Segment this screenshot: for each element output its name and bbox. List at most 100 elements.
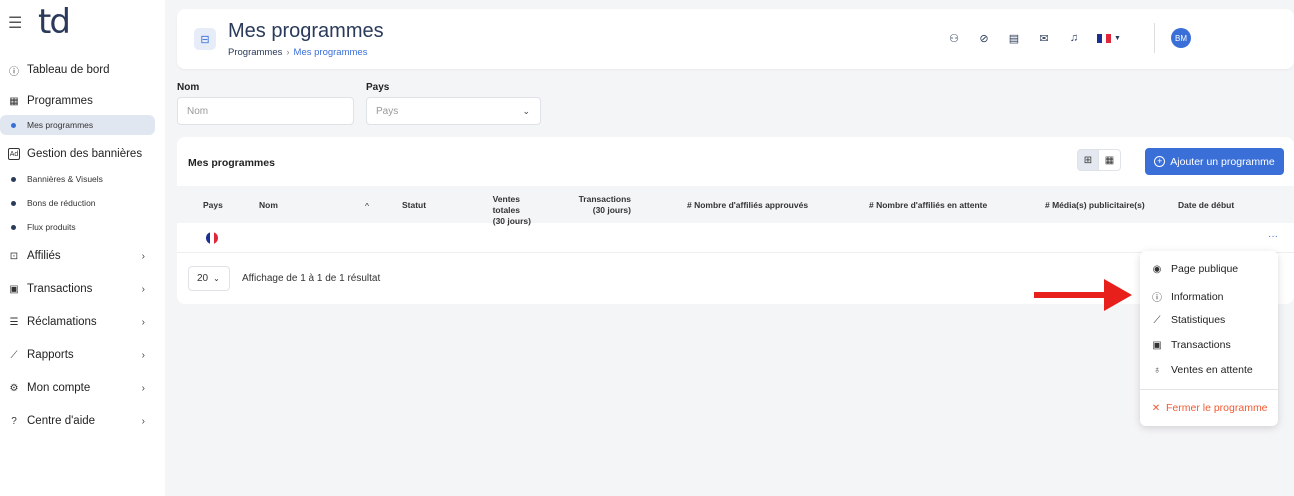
col-status[interactable]: Statut: [402, 200, 426, 211]
menu-item-label: Fermer le programme: [1166, 402, 1268, 414]
menu-item-label: Ventes en attente: [1171, 364, 1253, 376]
sidebar-item-label: Bannières & Visuels: [27, 174, 103, 184]
close-icon: ✕: [1151, 402, 1161, 414]
sidebar-item-banners[interactable]: Ad Gestion des bannières: [0, 143, 165, 165]
divider: [1154, 23, 1155, 53]
caret-down-icon[interactable]: ▼: [1114, 35, 1121, 42]
sidebar-item-feeds[interactable]: Flux produits: [0, 217, 165, 237]
sidebar-item-account[interactable]: ⚙ Mon compte ›: [0, 377, 165, 399]
sidebar-item-label: Tableau de bord: [27, 64, 110, 76]
chevron-right-icon: ›: [141, 283, 145, 295]
plus-circle-icon: +: [1154, 156, 1166, 167]
menu-divider: [1140, 389, 1278, 390]
chevron-right-icon: ›: [141, 415, 145, 427]
menu-item-pending-sales[interactable]: ♁ Ventes en attente: [1151, 364, 1253, 376]
row-actions-menu: ◉ Page publique ⓘ Information ⟋ Statisti…: [1140, 251, 1278, 426]
page-size-select[interactable]: 20 ⌄: [188, 266, 230, 291]
users-search-icon[interactable]: ⚇: [947, 31, 961, 45]
bullet-icon: [11, 200, 16, 206]
sidebar-item-label: Affiliés: [27, 250, 61, 262]
chart-line-icon: ⟋: [1153, 314, 1161, 326]
table-view-icon[interactable]: ⊞: [1077, 149, 1099, 171]
breadcrumb: Programmes › Mes programmes: [228, 47, 367, 58]
menu-item-public-page[interactable]: ◉ Page publique: [1151, 263, 1239, 275]
menu-item-label: Statistiques: [1171, 314, 1226, 326]
bell-icon[interactable]: ♫: [1067, 31, 1081, 45]
message-icon[interactable]: ▤: [1007, 31, 1021, 45]
banknote-icon: ▣: [1152, 339, 1162, 351]
mail-icon[interactable]: ✉: [1037, 31, 1051, 45]
sidebar-item-dashboard[interactable]: ⓘ Tableau de bord: [0, 58, 165, 82]
col-country[interactable]: Pays: [203, 200, 223, 211]
breadcrumb-root[interactable]: Programmes: [228, 47, 282, 58]
table-footer: 20 ⌄ Affichage de 1 à 1 de 1 résultat: [188, 266, 380, 291]
money-bag-icon: ♁: [1153, 364, 1161, 376]
sidebar-item-label: Mon compte: [27, 382, 91, 394]
logo: td: [38, 2, 71, 42]
sidebar-item-label: Réclamations: [27, 316, 97, 328]
col-transactions[interactable]: Transactions (30 jours): [567, 194, 631, 216]
table-row[interactable]: ···: [177, 223, 1294, 253]
sidebar-item-affiliates[interactable]: ⊡ Affiliés ›: [0, 245, 165, 267]
list-icon: ☰: [9, 316, 19, 328]
menu-item-label: Page publique: [1171, 263, 1239, 275]
add-program-button[interactable]: + Ajouter un programme: [1145, 148, 1284, 175]
sort-up-icon[interactable]: ^: [365, 201, 369, 212]
red-arrow-icon: [1034, 279, 1132, 311]
sidebar-item-coupons[interactable]: Bons de réduction: [0, 193, 165, 213]
header-icons: ⚇ ⊘ ▤ ✉ ♫ ▼: [947, 31, 1121, 45]
breadcrumb-current[interactable]: Mes programmes: [294, 47, 368, 58]
sidebar-item-claims[interactable]: ☰ Réclamations ›: [0, 311, 165, 333]
col-tx-line1: Transactions: [578, 194, 631, 204]
sidebar-item-reports[interactable]: ⟋ Rapports ›: [0, 344, 165, 366]
col-media[interactable]: # Média(s) publicitaire(s): [1045, 200, 1145, 211]
help-circle-icon: ?: [11, 415, 17, 427]
sidebar-item-transactions[interactable]: ▣ Transactions ›: [0, 278, 165, 300]
french-flag-icon: [206, 232, 218, 244]
more-actions-icon[interactable]: ···: [1268, 231, 1278, 242]
avatar[interactable]: BM: [1171, 28, 1191, 48]
page-title: Mes programmes: [228, 20, 384, 42]
chevron-right-icon: ›: [141, 382, 145, 394]
bullet-icon: [11, 224, 16, 230]
view-toggle: ⊞ ▦: [1077, 149, 1121, 171]
hamburger-menu-icon[interactable]: ☰: [8, 13, 22, 33]
briefcase-icon: ⊟: [194, 28, 216, 50]
sidebar-item-banners-visuals[interactable]: Bannières & Visuels: [0, 169, 165, 189]
eye-icon: ◉: [1152, 263, 1162, 275]
col-pending[interactable]: # Nombre d'affiliés en attente: [869, 200, 987, 211]
french-flag-icon[interactable]: [1097, 33, 1112, 43]
sidebar-item-programs[interactable]: ▦ Programmes: [0, 90, 165, 112]
chevron-down-icon: ⌄: [213, 274, 220, 283]
sidebar-item-my-programs[interactable]: Mes programmes: [0, 115, 155, 135]
country-filter-placeholder: Pays: [376, 105, 399, 117]
page-header: ⊟ Mes programmes Programmes › Mes programm…: [177, 9, 1294, 69]
sidebar-nav: ⓘ Tableau de bord ▦ Programmes Mes progr…: [0, 58, 165, 432]
chevron-down-icon: ⌄: [522, 105, 530, 116]
sidebar-item-label: Programmes: [27, 95, 93, 107]
grid-icon: ▦: [9, 95, 19, 107]
sidebar-item-label: Mes programmes: [27, 120, 94, 130]
id-card-icon: ⊡: [9, 250, 19, 262]
ad-off-icon[interactable]: ⊘: [977, 31, 991, 45]
col-approved[interactable]: # Nombre d'affiliés approuvés: [687, 200, 808, 211]
card-title: Mes programmes: [188, 157, 275, 169]
sidebar-item-label: Flux produits: [27, 222, 76, 232]
menu-item-transactions[interactable]: ▣ Transactions: [1151, 339, 1230, 351]
menu-item-close-program[interactable]: ✕ Fermer le programme: [1151, 402, 1268, 414]
menu-item-statistics[interactable]: ⟋ Statistiques: [1151, 314, 1226, 326]
sidebar-item-help[interactable]: ? Centre d'aide ›: [0, 410, 165, 432]
grid-view-icon[interactable]: ▦: [1099, 149, 1121, 171]
bullet-icon: [11, 176, 16, 182]
col-start-date[interactable]: Date de début: [1178, 200, 1234, 211]
name-filter-label: Nom: [177, 82, 200, 93]
country-filter-select[interactable]: Pays ⌄: [366, 97, 541, 125]
col-name[interactable]: Nom: [259, 200, 278, 211]
pagination-info: Affichage de 1 à 1 de 1 résultat: [242, 273, 381, 284]
col-tx-line2: (30 jours): [592, 205, 631, 215]
menu-item-information[interactable]: ⓘ Information: [1151, 289, 1224, 305]
banknote-icon: ▣: [9, 283, 19, 295]
sidebar-item-label: Centre d'aide: [27, 415, 96, 427]
gear-icon: ⚙: [9, 382, 19, 394]
name-filter-input[interactable]: Nom: [177, 97, 354, 125]
